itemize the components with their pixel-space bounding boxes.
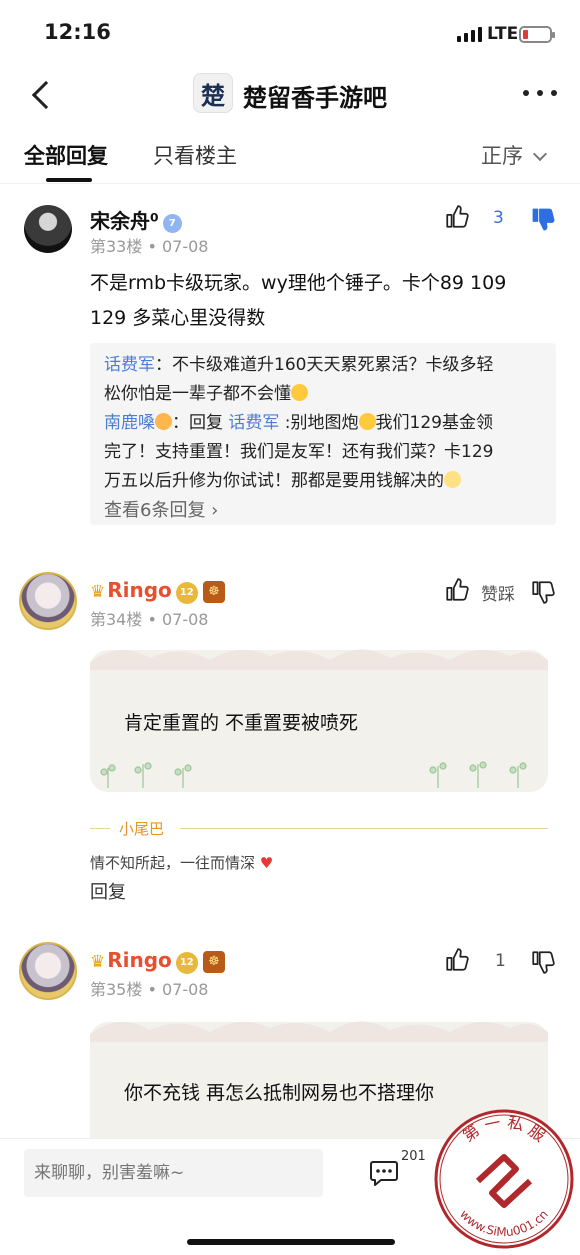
post-meta: 第34楼 • 07-08: [90, 610, 209, 629]
level-badge: 7: [162, 214, 182, 233]
emoji-icon: [358, 413, 376, 430]
post-date: 07-08: [161, 980, 209, 999]
post-bubble: 肯定重置的 不重置要被喷死: [90, 649, 548, 792]
user-tail: 小尾巴: [90, 818, 548, 839]
sub-reply: 话费军：不卡级难道升160天天累死累活？卡级多轻: [104, 355, 494, 375]
medal-icon: ☸: [202, 580, 225, 603]
thumb-down-icon[interactable]: [530, 949, 556, 975]
tail-label: 小尾巴: [115, 818, 169, 839]
sub-replies-box[interactable]: 话费军：不卡级难道升160天天累死累活？卡级多轻 松你怕是一辈子都不会懂 南鹿嗓…: [90, 343, 556, 525]
reply-tabs: 全部回复 只看楼主 正序: [0, 122, 580, 184]
floor-number: 第35楼: [90, 980, 143, 999]
thumb-up-icon[interactable]: [444, 577, 470, 603]
status-bar: 12:16 LTE: [0, 0, 580, 66]
status-time: 12:16: [44, 20, 111, 44]
sub-reply: 南鹿嗓 ：回复 话费军 :别地图炮 我们129基金领: [104, 413, 493, 433]
emoji-icon: [291, 384, 308, 401]
post-meta: 第35楼 • 07-08: [90, 980, 209, 999]
sub-reply-user: 话费军: [104, 355, 155, 375]
post-date: 07-08: [161, 237, 209, 256]
crown-icon: ♛: [90, 952, 106, 972]
chevron-down-icon: [532, 146, 548, 162]
forum-title[interactable]: 楚留香手游吧: [243, 78, 387, 113]
forum-logo[interactable]: 楚: [193, 73, 233, 113]
sort-order-dropdown[interactable]: 正序: [481, 140, 548, 170]
home-indicator: [187, 1239, 395, 1245]
more-icon[interactable]: [523, 79, 557, 107]
crown-icon: ♛: [90, 582, 106, 602]
view-more-replies[interactable]: 查看6条回复 ›: [104, 496, 542, 525]
sort-order-label: 正序: [481, 144, 523, 168]
username[interactable]: ♛ Ringo 12 ☸: [90, 948, 225, 976]
level-badge: 12: [175, 581, 198, 604]
post-content: 肯定重置的 不重置要被喷死: [124, 712, 359, 734]
comment-icon[interactable]: [369, 1159, 399, 1187]
network-label: LTE: [487, 24, 519, 44]
signature: 情不知所起，一往而情深 ♥: [90, 854, 274, 872]
emoji-icon: [444, 471, 461, 488]
avatar[interactable]: [19, 942, 77, 1000]
thumb-down-icon[interactable]: [530, 579, 556, 605]
cloud-decoration: [90, 1021, 548, 1042]
nav-bar: 楚 楚留香手游吧: [0, 66, 580, 122]
floor-number: 第34楼: [90, 610, 143, 629]
vote-label: 赞踩: [481, 585, 515, 605]
username[interactable]: ♛ Ringo 12 ☸: [90, 578, 225, 606]
thumb-up-icon[interactable]: [444, 204, 470, 230]
heart-icon: ♥: [259, 854, 274, 872]
avatar[interactable]: [24, 205, 72, 253]
comment-count: 201: [401, 1149, 426, 1164]
medal-icon: ☸: [202, 950, 225, 973]
plant-decoration: [429, 761, 527, 788]
sub-reply-user: 南鹿嗓: [104, 413, 155, 433]
watermark-stamp: 第 一 私 服 www.SiMu001.cn: [434, 1109, 574, 1249]
avatar[interactable]: [19, 572, 77, 630]
level-badge: 12: [175, 951, 198, 974]
back-icon[interactable]: [24, 74, 60, 114]
like-count: 1: [495, 951, 506, 971]
post-content: 不是rmb卡级玩家。wy理他个锤子。卡个89 109 129 多菜心里没得数: [90, 272, 507, 329]
post-meta: 第33楼 • 07-08: [90, 237, 209, 256]
thumb-up-icon[interactable]: [444, 947, 470, 973]
floor-number: 第33楼: [90, 237, 143, 256]
plant-decoration: [100, 762, 192, 788]
reply-button[interactable]: 回复: [90, 878, 126, 904]
battery-icon: [519, 26, 555, 43]
tab-op-only[interactable]: 只看楼主: [153, 140, 237, 170]
tab-all-replies[interactable]: 全部回复: [24, 140, 108, 182]
post-content: 你不充钱 再怎么抵制网易也不搭理你: [124, 1082, 435, 1104]
signal-icon: [457, 26, 482, 42]
emoji-icon: [155, 413, 172, 430]
post-date: 07-08: [161, 610, 209, 629]
thumb-down-icon[interactable]: [530, 206, 556, 232]
like-count: 3: [493, 208, 504, 228]
comment-input[interactable]: [24, 1149, 323, 1197]
cloud-decoration: [90, 649, 548, 670]
username[interactable]: 宋余舟⁰ 7: [90, 205, 182, 235]
